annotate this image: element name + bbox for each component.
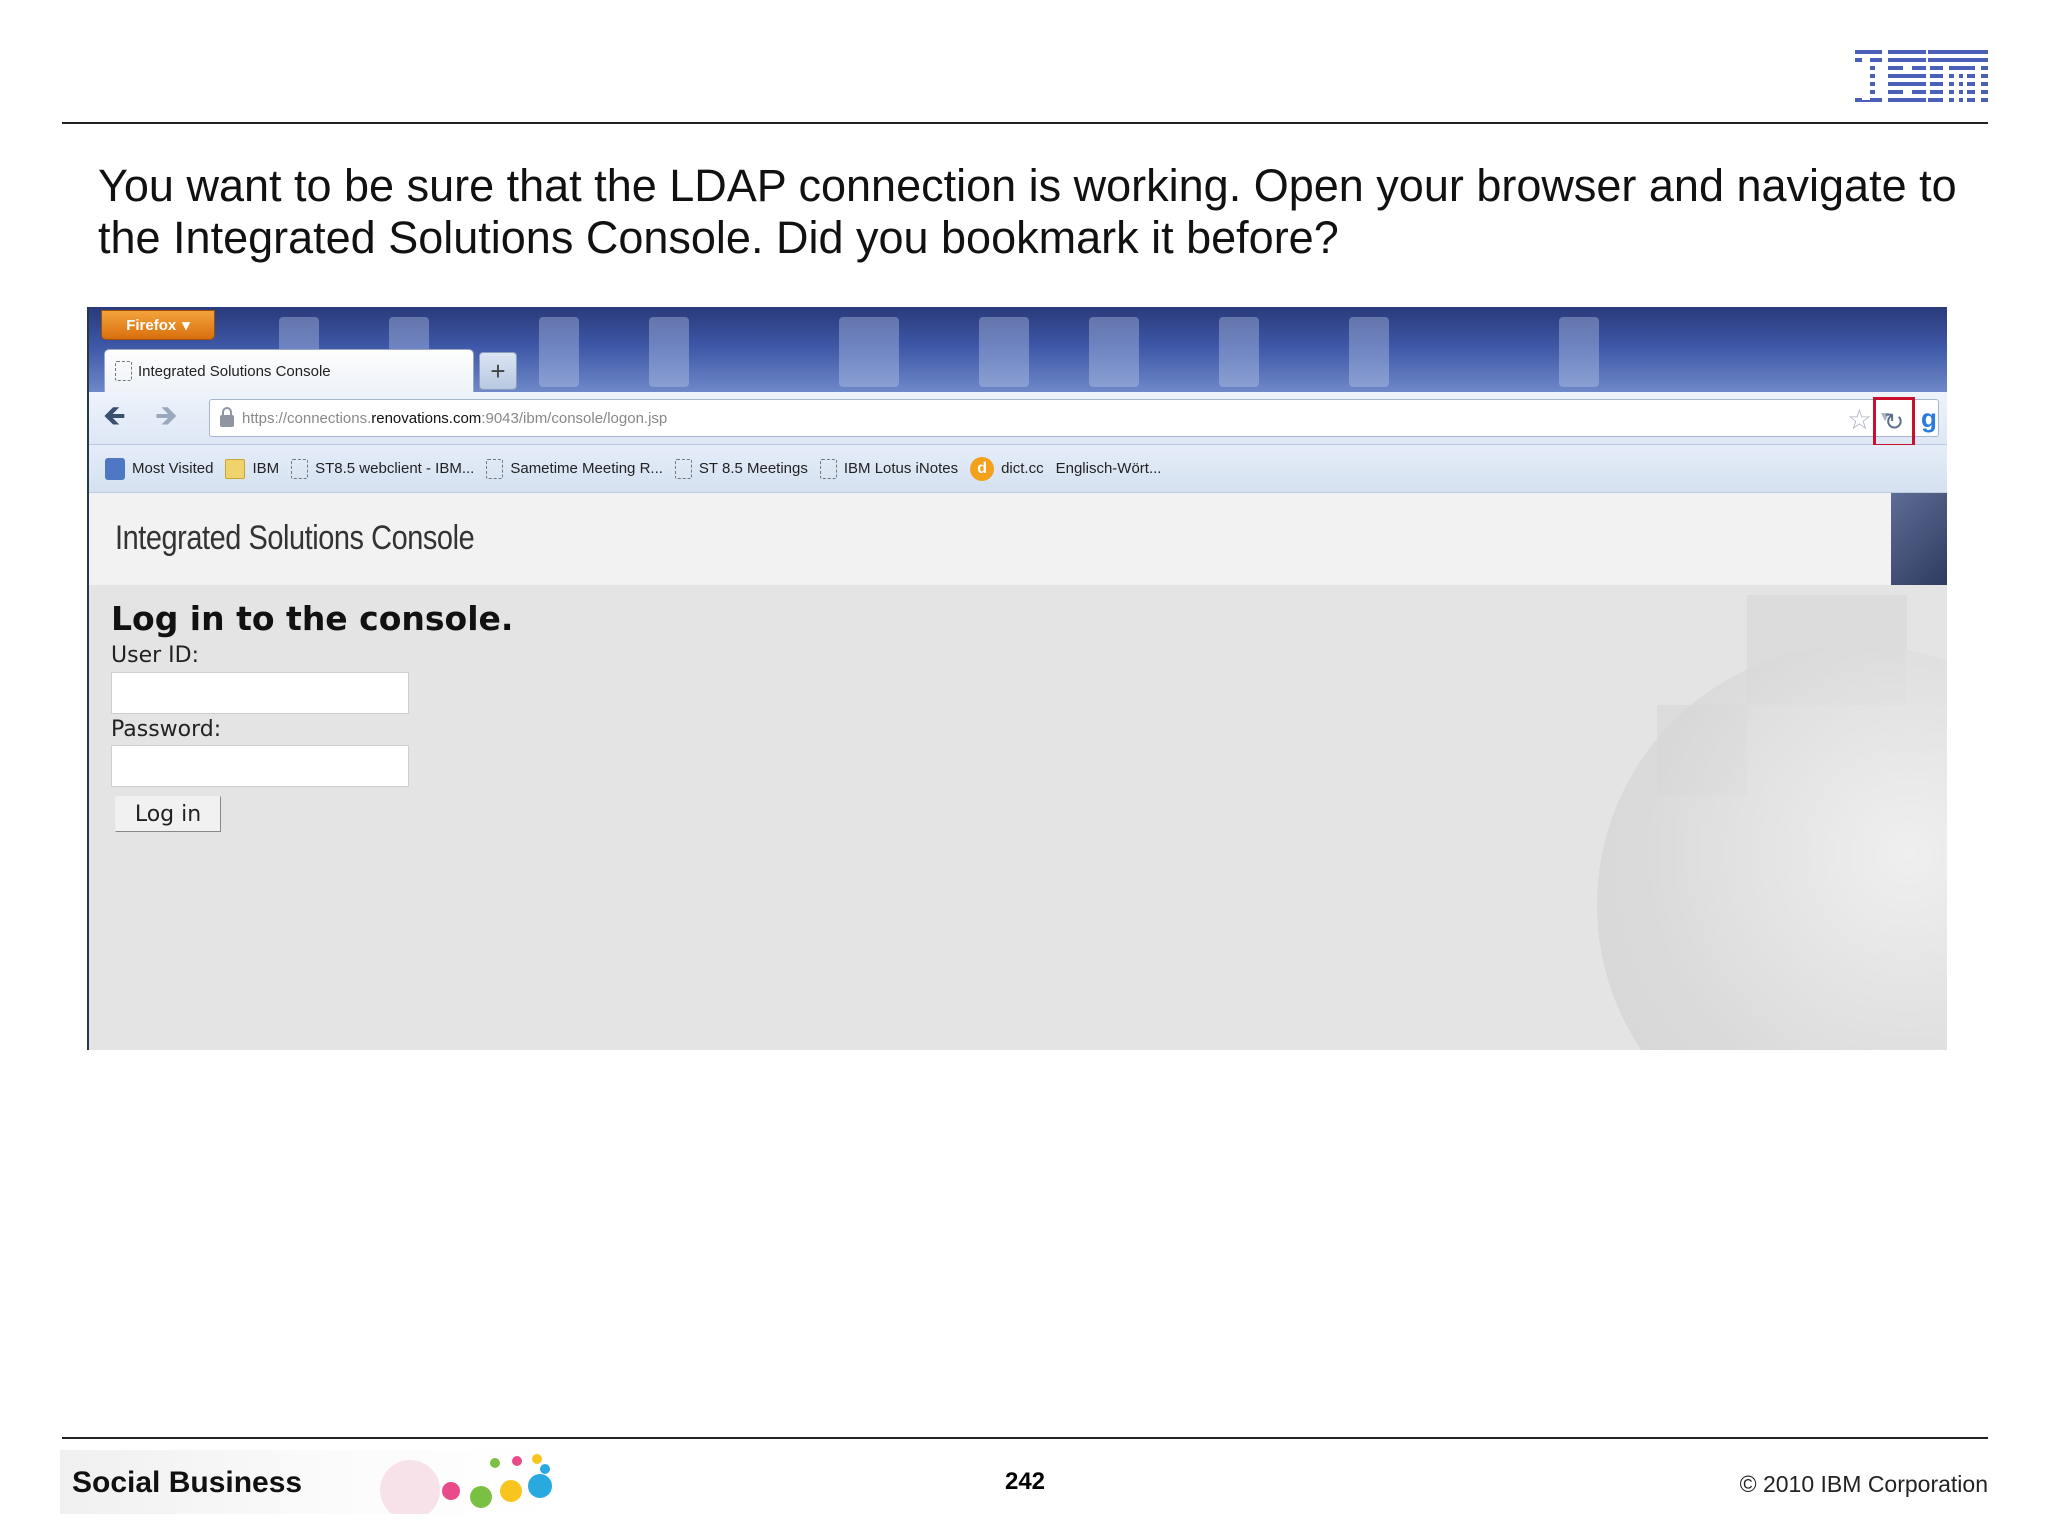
bookmarks-toolbar: Most Visited IBM ST8.5 webclient - IBM..…	[89, 445, 1947, 493]
bookmark-star-icon[interactable]: ☆	[1847, 403, 1872, 436]
page-icon	[819, 458, 837, 479]
bookmark-ibm[interactable]: IBM	[225, 458, 279, 479]
login-panel: Log in to the console. User ID: Password…	[89, 585, 1947, 1050]
banner-label: Social Business	[72, 1466, 303, 1499]
ibm-logo	[1855, 50, 1988, 106]
bookmark-ibm-lotus-inotes[interactable]: IBM Lotus iNotes	[819, 458, 958, 479]
top-rule	[62, 122, 1988, 124]
bookmark-st85-meetings[interactable]: ST 8.5 Meetings	[674, 458, 808, 479]
bookmark-st85-webclient[interactable]: ST8.5 webclient - IBM...	[291, 458, 474, 479]
page-icon	[115, 361, 132, 381]
bookmark-most-visited[interactable]: Most Visited	[105, 457, 213, 480]
chevron-down-icon: ▾	[182, 317, 190, 334]
address-bar[interactable]: https://connections.renovations.com:9043…	[209, 399, 1939, 437]
copyright: © 2010 IBM Corporation	[1739, 1471, 1988, 1497]
most-visited-icon	[105, 457, 125, 480]
page-number: 242	[1004, 1468, 1046, 1495]
page-icon	[291, 458, 309, 479]
social-business-banner: Social Business	[60, 1450, 556, 1514]
tab-bar: Firefox ▾ Integrated Solutions Console +	[89, 307, 1947, 392]
firefox-menu-button[interactable]: Firefox ▾	[101, 310, 215, 340]
header-image	[1891, 493, 1947, 585]
bookmark-englisch-woerterbuch[interactable]: Englisch-Wört...	[1056, 460, 1162, 477]
console-title: Integrated Solutions Console	[115, 519, 475, 557]
url-text: https://connections.renovations.com:9043…	[242, 409, 668, 427]
back-arrow-icon[interactable]: 🡸	[103, 402, 126, 430]
slide-heading: You want to be sure that the LDAP connec…	[98, 160, 1957, 263]
navigation-bar: 🡸 🡺 https://connections.renovations.com:…	[89, 392, 1947, 445]
page-icon	[674, 458, 692, 479]
password-label: Password:	[111, 717, 222, 742]
lock-icon	[220, 407, 234, 427]
user-id-label: User ID:	[111, 643, 199, 668]
google-search-icon[interactable]: g	[1921, 403, 1945, 433]
new-tab-button[interactable]: +	[479, 352, 517, 390]
password-field[interactable]	[111, 745, 409, 787]
folder-icon	[225, 458, 246, 479]
bookmark-sametime-meeting[interactable]: Sametime Meeting R...	[486, 458, 663, 479]
login-title: Log in to the console.	[111, 599, 514, 638]
forward-arrow-icon[interactable]: 🡺	[155, 402, 178, 430]
user-id-field[interactable]	[111, 672, 409, 714]
tab-label: Integrated Solutions Console	[138, 362, 331, 380]
globe-graphic	[1597, 645, 1947, 1050]
tab-integrated-solutions-console[interactable]: Integrated Solutions Console	[104, 349, 474, 392]
login-button[interactable]: Log in	[115, 796, 221, 832]
console-header: Integrated Solutions Console	[89, 493, 1947, 585]
page-icon	[486, 458, 504, 479]
dictcc-icon: d	[970, 456, 995, 481]
reload-icon[interactable]: ↻	[1873, 397, 1915, 447]
browser-screenshot: Firefox ▾ Integrated Solutions Console +…	[87, 307, 1947, 1050]
bottom-rule	[62, 1437, 1988, 1439]
bookmark-dictcc[interactable]: d dict.cc	[970, 456, 1044, 481]
firefox-menu-label: Firefox	[126, 316, 177, 334]
